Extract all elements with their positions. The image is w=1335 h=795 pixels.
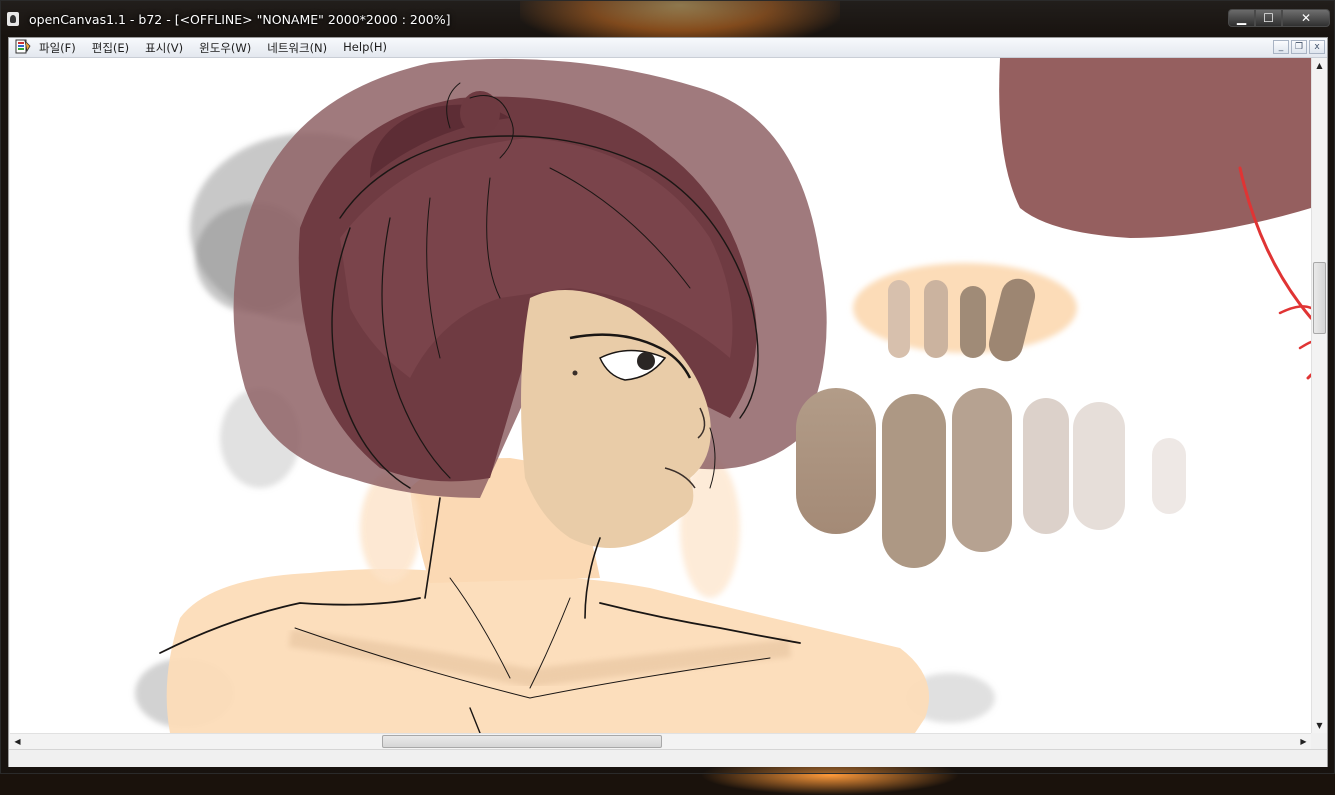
- close-button[interactable]: ✕: [1282, 9, 1330, 27]
- menu-bar: 파일(F) 편집(E) 표시(V) 윈도우(W) 네트워크(N) Help(H)…: [9, 38, 1327, 58]
- doc-close-button[interactable]: x: [1309, 40, 1325, 54]
- title-bar[interactable]: openCanvas1.1 - b72 - [<OFFLINE> "NONAME…: [1, 1, 1335, 37]
- app-icon[interactable]: [7, 12, 19, 26]
- minimize-button[interactable]: ▁: [1228, 9, 1255, 27]
- menu-file[interactable]: 파일(F): [39, 40, 76, 56]
- app-window: openCanvas1.1 - b72 - [<OFFLINE> "NONAME…: [0, 0, 1335, 774]
- doc-minimize-button[interactable]: _: [1273, 40, 1289, 54]
- menu-edit[interactable]: 편집(E): [92, 40, 129, 56]
- client-area: 파일(F) 편집(E) 표시(V) 윈도우(W) 네트워크(N) Help(H)…: [8, 37, 1328, 767]
- menu-items: 파일(F) 편집(E) 표시(V) 윈도우(W) 네트워크(N) Help(H): [39, 40, 403, 56]
- hair-layer: [233, 58, 1311, 499]
- vertical-scrollbar[interactable]: ▲ ▼: [1311, 58, 1327, 733]
- drawing-canvas[interactable]: [10, 58, 1311, 733]
- horizontal-scroll-thumb[interactable]: [382, 735, 662, 748]
- menu-window[interactable]: 윈도우(W): [199, 40, 251, 56]
- size-grip: [1311, 733, 1327, 749]
- menu-help[interactable]: Help(H): [343, 40, 387, 56]
- menu-network[interactable]: 네트워크(N): [267, 40, 327, 56]
- scroll-left-button[interactable]: ◀: [10, 734, 25, 749]
- minimize-icon: ▁: [1236, 11, 1247, 25]
- doc-restore-button[interactable]: ❐: [1291, 40, 1307, 54]
- maximize-icon: ☐: [1263, 11, 1274, 25]
- close-icon: ✕: [1300, 11, 1312, 25]
- menu-view[interactable]: 표시(V): [145, 40, 183, 56]
- scroll-up-button[interactable]: ▲: [1312, 58, 1327, 73]
- maximize-button[interactable]: ☐: [1255, 9, 1282, 27]
- document-window-buttons: _ ❐ x: [1271, 40, 1325, 54]
- document-paint-icon[interactable]: [15, 39, 31, 54]
- caption-buttons: ▁ ☐ ✕: [1228, 9, 1330, 29]
- horizontal-scrollbar[interactable]: ◀ ▶: [10, 733, 1311, 749]
- scroll-down-button[interactable]: ▼: [1312, 718, 1327, 733]
- artwork: [135, 58, 1311, 733]
- window-title: openCanvas1.1 - b72 - [<OFFLINE> "NONAME…: [29, 12, 451, 27]
- vertical-scroll-thumb[interactable]: [1313, 262, 1326, 334]
- color-swatches: [796, 263, 1186, 568]
- status-bar: [9, 749, 1327, 767]
- scroll-right-button[interactable]: ▶: [1296, 734, 1311, 749]
